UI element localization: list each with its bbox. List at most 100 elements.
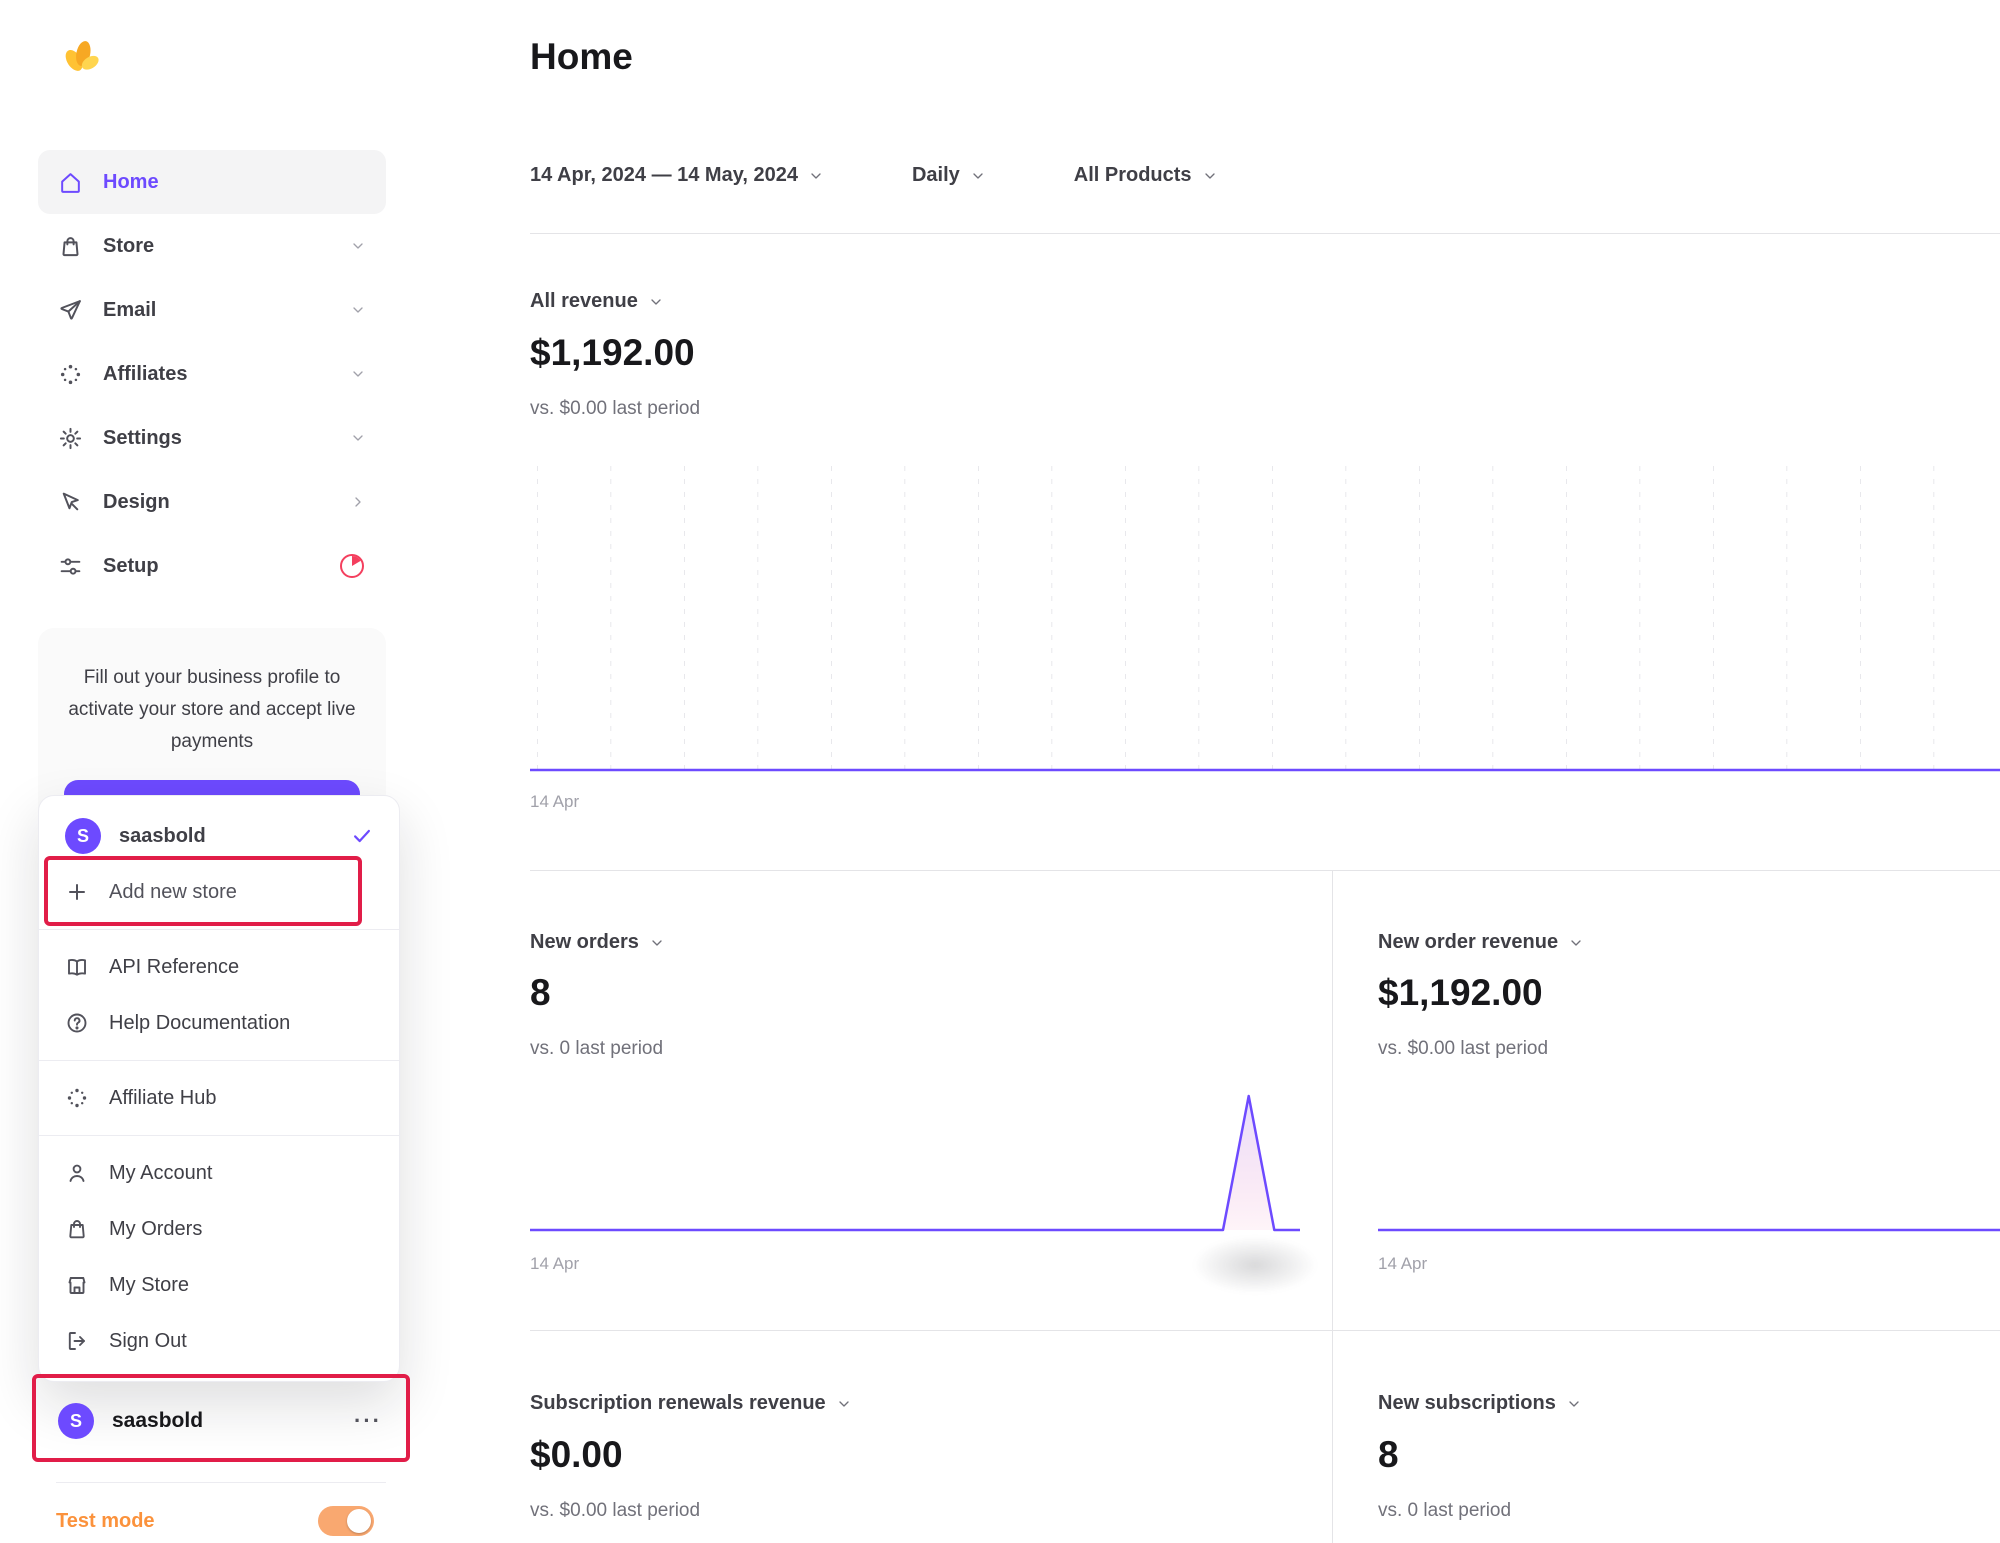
help-circle-icon — [65, 1011, 89, 1035]
popover-item-label: Affiliate Hub — [109, 1086, 217, 1109]
metric-label-text: New order revenue — [1378, 931, 1559, 953]
sidebar-item-label: Email — [103, 298, 157, 321]
sidebar-item-label: Design — [103, 490, 170, 513]
granularity-filter[interactable]: Daily — [912, 164, 986, 187]
send-icon — [58, 298, 83, 323]
popover-item-label: Add new store — [109, 880, 237, 903]
popover-item-label: My Orders — [109, 1217, 203, 1240]
test-mode-label: Test mode — [56, 1510, 155, 1532]
chevron-down-icon — [648, 294, 664, 310]
page-title: Home — [530, 36, 633, 77]
subscription-renewals-revenue-comparison: vs. $0.00 last period — [530, 1500, 701, 1521]
new-orders-metric-selector[interactable]: New orders — [530, 931, 665, 954]
new-subscriptions-metric-selector[interactable]: New subscriptions — [1378, 1392, 1582, 1415]
chart-spike-shadow — [1192, 1236, 1318, 1294]
popover-item-label: My Account — [109, 1161, 213, 1184]
store-switcher-row[interactable]: S saasbold ··· — [38, 1388, 402, 1454]
popover-current-store[interactable]: S saasbold — [39, 808, 399, 864]
divider — [530, 870, 2000, 871]
test-mode-toggle[interactable] — [318, 1506, 374, 1536]
column-divider — [1332, 870, 1333, 1543]
chevron-down-icon — [1202, 168, 1218, 184]
sidebar-item-label: Affiliates — [103, 362, 188, 385]
popover-item-label: Sign Out — [109, 1329, 187, 1352]
sidebar-item-email[interactable]: Email — [38, 278, 386, 342]
metric-label-text: New subscriptions — [1378, 1392, 1556, 1414]
store-switcher-popover: S saasbold Add new store API Reference H… — [38, 795, 400, 1382]
sidebar-item-label: Home — [103, 170, 159, 193]
date-range-filter[interactable]: 14 Apr, 2024 — 14 May, 2024 — [530, 164, 824, 187]
popover-api-reference[interactable]: API Reference — [39, 939, 399, 995]
toggle-knob — [347, 1509, 371, 1533]
popover-my-account[interactable]: My Account — [39, 1145, 399, 1201]
sidebar-item-store[interactable]: Store — [38, 214, 386, 278]
more-options-icon[interactable]: ··· — [354, 1410, 382, 1432]
new-subscriptions-comparison: vs. 0 last period — [1378, 1500, 1512, 1521]
all-revenue-comparison: vs. $0.00 last period — [530, 398, 701, 419]
sign-out-icon — [65, 1329, 89, 1353]
affiliates-dots-icon — [58, 362, 83, 387]
new-orders-value: 8 — [530, 972, 551, 1013]
chevron-down-icon — [970, 168, 986, 184]
home-icon — [58, 170, 83, 195]
all-revenue-chart — [530, 466, 2000, 778]
chevron-right-icon — [350, 494, 366, 510]
new-orders-comparison: vs. 0 last period — [530, 1038, 664, 1059]
sidebar-item-label: Store — [103, 234, 155, 257]
metric-label-text: Subscription renewals revenue — [530, 1392, 826, 1414]
granularity-value: Daily — [911, 164, 960, 186]
sidebar-item-design[interactable]: Design — [38, 470, 386, 534]
subscription-renewals-revenue-value: $0.00 — [530, 1434, 623, 1475]
popover-my-store[interactable]: My Store — [39, 1257, 399, 1313]
user-icon — [65, 1161, 89, 1185]
plus-icon — [65, 880, 89, 904]
cursor-icon — [58, 490, 83, 515]
popover-sign-out[interactable]: Sign Out — [39, 1313, 399, 1369]
metric-label-text: All revenue — [530, 290, 638, 312]
popover-item-label: Help Documentation — [109, 1011, 291, 1034]
sidebar-item-label: Setup — [103, 554, 159, 577]
chevron-down-icon — [1566, 1396, 1582, 1412]
x-axis-label: 14 Apr — [530, 792, 580, 811]
business-profile-text: Fill out your business profile to activa… — [68, 667, 356, 752]
divider — [530, 233, 2000, 234]
new-order-revenue-chart — [1378, 1228, 2000, 1232]
chevron-down-icon — [649, 935, 665, 951]
gear-icon — [58, 426, 83, 451]
popover-divider — [39, 1060, 399, 1061]
storefront-icon — [65, 1273, 89, 1297]
popover-my-orders[interactable]: My Orders — [39, 1201, 399, 1257]
popover-item-label: My Store — [109, 1273, 190, 1296]
sidebar-item-settings[interactable]: Settings — [38, 406, 386, 470]
sidebar-nav: Home Store Email Affiliates Settings Des… — [38, 150, 386, 598]
popover-divider — [39, 929, 399, 930]
popover-add-new-store[interactable]: Add new store — [39, 864, 399, 920]
new-orders-chart — [530, 1094, 1300, 1232]
popover-affiliate-hub[interactable]: Affiliate Hub — [39, 1070, 399, 1126]
all-revenue-metric-selector[interactable]: All revenue — [530, 290, 664, 313]
subscription-renewals-revenue-metric-selector[interactable]: Subscription renewals revenue — [530, 1392, 852, 1415]
new-order-revenue-metric-selector[interactable]: New order revenue — [1378, 931, 1584, 954]
sidebar-item-home[interactable]: Home — [38, 150, 386, 214]
all-revenue-value: $1,192.00 — [530, 332, 695, 373]
book-icon — [65, 955, 89, 979]
sidebar-item-label: Settings — [103, 426, 182, 449]
app-logo-lemon-icon[interactable] — [58, 34, 104, 80]
chevron-down-icon — [350, 302, 366, 318]
sidebar-item-setup[interactable]: Setup — [38, 534, 386, 598]
divider — [530, 1330, 2000, 1331]
store-avatar: S — [65, 818, 101, 854]
sidebar-item-affiliates[interactable]: Affiliates — [38, 342, 386, 406]
filter-bar: 14 Apr, 2024 — 14 May, 2024 Daily All Pr… — [530, 164, 1218, 187]
pie-progress-icon — [338, 552, 366, 580]
sliders-icon — [58, 554, 83, 579]
x-axis-label: 14 Apr — [1378, 1254, 1428, 1273]
new-order-revenue-comparison: vs. $0.00 last period — [1378, 1038, 1549, 1059]
popover-help-documentation[interactable]: Help Documentation — [39, 995, 399, 1051]
chevron-down-icon — [350, 238, 366, 254]
store-avatar: S — [58, 1403, 94, 1439]
popover-item-label: API Reference — [109, 955, 240, 978]
shopping-bag-icon — [65, 1217, 89, 1241]
product-filter[interactable]: All Products — [1074, 164, 1218, 187]
product-filter-value: All Products — [1073, 164, 1192, 186]
